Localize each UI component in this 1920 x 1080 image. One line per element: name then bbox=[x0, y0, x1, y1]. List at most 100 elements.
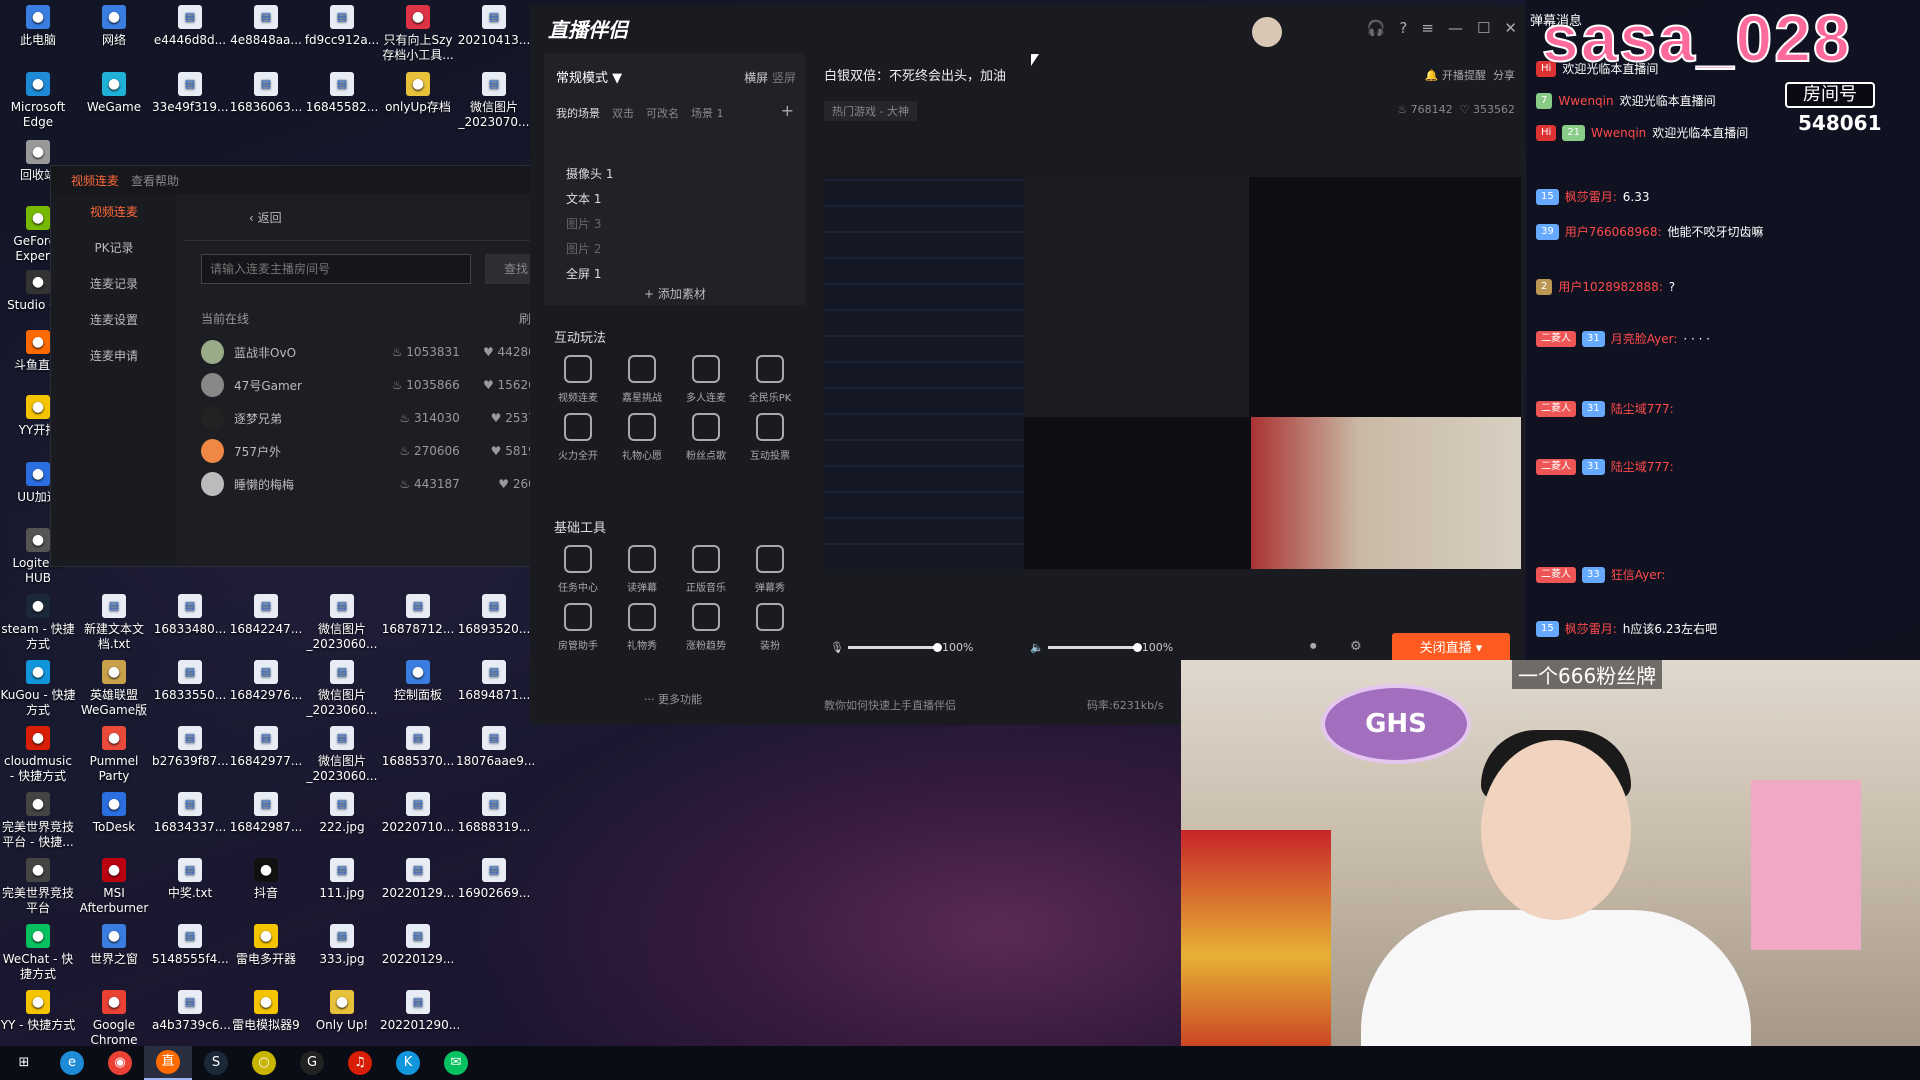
chat-user[interactable]: 陆尘域777: bbox=[1611, 458, 1674, 475]
chat-user[interactable]: 用户766068968: bbox=[1565, 223, 1662, 240]
chat-user[interactable]: 用户1028982888: bbox=[1558, 278, 1662, 295]
desktop-icon[interactable]: ● YY - 快捷方式 bbox=[0, 990, 76, 1033]
tool-button[interactable]: 礼物秀 bbox=[612, 603, 672, 652]
desktop-icon[interactable]: ▤ 33e49f319... bbox=[152, 72, 229, 115]
desktop-icon[interactable]: ● 只有向上Szy存档小工具... bbox=[380, 5, 456, 63]
edge-taskbar-icon[interactable]: e bbox=[48, 1046, 96, 1080]
desktop-icon[interactable]: ▤ 微信图片_2023070... bbox=[456, 72, 532, 130]
live-title[interactable]: 白银双倍：不死终会出头，加油 bbox=[824, 65, 1006, 84]
back-button[interactable]: ‹ 返回 bbox=[249, 209, 282, 226]
speaker-slider[interactable] bbox=[1047, 643, 1142, 652]
desktop-icon[interactable]: ▤ 4e8848aa... bbox=[228, 5, 304, 48]
add-scene-icon[interactable]: + bbox=[781, 101, 794, 120]
quick-start-link[interactable]: 教你如何快速上手直播伴侣 bbox=[824, 697, 956, 713]
desktop-icon[interactable]: ▤ 111.jpg bbox=[304, 858, 380, 901]
desktop-icon[interactable]: ● 控制面板 bbox=[380, 660, 456, 703]
chat-user[interactable]: Wwenqin bbox=[1591, 126, 1646, 140]
desktop-icon[interactable]: ▤ 16842976... bbox=[228, 660, 304, 703]
desktop-icon[interactable]: ▤ 16842247... bbox=[228, 594, 304, 637]
sidebar-item[interactable]: PK记录 bbox=[51, 230, 177, 266]
desktop-icon[interactable]: ● Only Up! bbox=[304, 990, 380, 1033]
desktop-icon[interactable]: ● 抖音 bbox=[228, 858, 304, 901]
mic-slider[interactable] bbox=[847, 643, 942, 652]
room-number-input[interactable] bbox=[201, 254, 471, 284]
chat-user[interactable]: 陆尘域777: bbox=[1611, 400, 1674, 417]
chat-user[interactable]: 月亮脸Ayer: bbox=[1611, 330, 1678, 347]
close-icon[interactable]: ✕ bbox=[1504, 19, 1517, 37]
desktop-icon[interactable]: ● WeChat - 快捷方式 bbox=[0, 924, 76, 982]
menu-icon[interactable]: ≡ bbox=[1421, 19, 1434, 37]
scene-tab[interactable]: 可改名 bbox=[646, 105, 679, 121]
desktop-icon[interactable]: ▤ 16902669... bbox=[456, 858, 532, 901]
desktop-icon[interactable]: ● 雷电多开器 bbox=[228, 924, 304, 967]
steam-taskbar-icon[interactable]: S bbox=[192, 1046, 240, 1080]
tool-button[interactable]: 火力全开 bbox=[548, 413, 608, 462]
desktop-icon[interactable]: ▤ 20220710... bbox=[380, 792, 456, 835]
desktop-icon[interactable]: ▤ 16833550... bbox=[152, 660, 228, 703]
tool-button[interactable]: 正版音乐 bbox=[676, 545, 736, 594]
desktop-icon[interactable]: ● onlyUp存档 bbox=[380, 72, 456, 115]
mic-volume[interactable]: 🎙 100% bbox=[830, 641, 973, 654]
desktop-icon[interactable]: ● Microsoft Edge bbox=[0, 72, 76, 130]
desktop-icon[interactable]: ● Google Chrome bbox=[76, 990, 152, 1048]
scene-tab[interactable]: 我的场景 bbox=[556, 105, 600, 121]
desktop-icon[interactable]: ▤ 16842977... bbox=[228, 726, 304, 769]
desktop-icon[interactable]: ● 完美世界竞技平台 - 快捷... bbox=[0, 792, 76, 850]
maximize-icon[interactable]: ☐ bbox=[1477, 19, 1490, 37]
tab-video-linkmic[interactable]: 视频连麦 bbox=[71, 172, 119, 189]
desktop-icon[interactable]: ▤ 16842987... bbox=[228, 792, 304, 835]
tool-button[interactable]: 弹幕秀 bbox=[740, 545, 800, 594]
desktop-icon[interactable]: ● cloudmusic - 快捷方式 bbox=[0, 726, 76, 784]
headset-icon[interactable]: 🎧 bbox=[1367, 19, 1386, 37]
desktop-icon[interactable]: ● 完美世界竞技平台 bbox=[0, 858, 76, 916]
tool-button[interactable]: 全民乐PK bbox=[740, 355, 800, 404]
desktop-icon[interactable]: ▤ e4446d8d... bbox=[152, 5, 228, 48]
tool-button[interactable]: 粉丝点歌 bbox=[676, 413, 736, 462]
tool-button[interactable]: 读弹幕 bbox=[612, 545, 672, 594]
sidebar-item[interactable]: 连麦记录 bbox=[51, 266, 177, 302]
desktop-icon[interactable]: ● 英雄联盟WeGame版 bbox=[76, 660, 152, 718]
chrome-taskbar-icon[interactable]: ◉ bbox=[96, 1046, 144, 1080]
live-companion-taskbar-icon[interactable]: 直 bbox=[144, 1046, 192, 1080]
desktop-icon[interactable]: ▤ 16893520... bbox=[456, 594, 532, 637]
category-tag[interactable]: 热门游戏 - 大神 bbox=[824, 101, 917, 121]
sidebar-item[interactable]: 视频连麦 bbox=[51, 194, 177, 230]
desktop-icon[interactable]: ▤ 16834337... bbox=[152, 792, 228, 835]
desktop-icon[interactable]: ▤ 16836063... bbox=[228, 72, 304, 115]
desktop-icon[interactable]: ▤ 16885370... bbox=[380, 726, 456, 769]
desktop-icon[interactable]: ▤ 20210413... bbox=[456, 5, 532, 48]
desktop-icon[interactable]: ▤ 5148555f4... bbox=[152, 924, 229, 967]
more-features-button[interactable]: ··· 更多功能 bbox=[644, 691, 702, 707]
scene-tab[interactable]: 双击 bbox=[612, 105, 634, 121]
desktop-icon[interactable]: ▤ 202201290... bbox=[380, 990, 460, 1033]
desktop-icon[interactable]: ▤ 222.jpg bbox=[304, 792, 380, 835]
record-icon[interactable]: ⏺ bbox=[1310, 639, 1317, 654]
source-item[interactable]: 全屏 1 bbox=[566, 265, 601, 282]
desktop-icon[interactable]: ▤ a4b3739c6... bbox=[152, 990, 231, 1033]
bell-icon[interactable]: 🔔 bbox=[1425, 69, 1439, 82]
chat-user[interactable]: 枫莎雷月: bbox=[1565, 188, 1617, 205]
desktop-icon[interactable]: ▤ 微信图片_2023060... bbox=[304, 594, 380, 652]
app-taskbar-icon[interactable]: G bbox=[288, 1046, 336, 1080]
desktop-icon[interactable]: ▤ 20220129... bbox=[380, 858, 456, 901]
minimize-icon[interactable]: — bbox=[1448, 19, 1463, 37]
sidebar-item[interactable]: 连麦申请 bbox=[51, 338, 177, 374]
wechat-taskbar-icon[interactable]: ✉ bbox=[432, 1046, 480, 1080]
desktop-icon[interactable]: ▤ 16894871... bbox=[456, 660, 532, 703]
desktop-icon[interactable]: ▤ 16878712... bbox=[380, 594, 456, 637]
portrait-option[interactable]: 竖屏 bbox=[772, 71, 796, 85]
anchor-row[interactable]: 蓝战非OvO ♨ 1053831 ♥ 4428077 bbox=[201, 337, 551, 367]
orientation-toggle[interactable]: 横屏 竖屏 bbox=[744, 69, 796, 86]
desktop-icon[interactable]: ▤ 333.jpg bbox=[304, 924, 380, 967]
chat-user[interactable]: Wwenqin bbox=[1558, 94, 1613, 108]
obs-taskbar-icon[interactable]: ○ bbox=[240, 1046, 288, 1080]
desktop-icon[interactable]: ● WeGame bbox=[76, 72, 152, 115]
share-button[interactable]: 分享 bbox=[1493, 69, 1515, 82]
anchor-row[interactable]: 47号Gamer ♨ 1035866 ♥ 1562645 bbox=[201, 370, 551, 400]
kugou-taskbar-icon[interactable]: K bbox=[384, 1046, 432, 1080]
help-icon[interactable]: ? bbox=[1399, 19, 1407, 37]
stream-preview[interactable] bbox=[824, 177, 1521, 569]
desktop-icon[interactable]: ▤ fd9cc912a... bbox=[304, 5, 380, 48]
tool-button[interactable]: 多人连麦 bbox=[676, 355, 736, 404]
desktop-icon[interactable]: ● steam - 快捷方式 bbox=[0, 594, 76, 652]
